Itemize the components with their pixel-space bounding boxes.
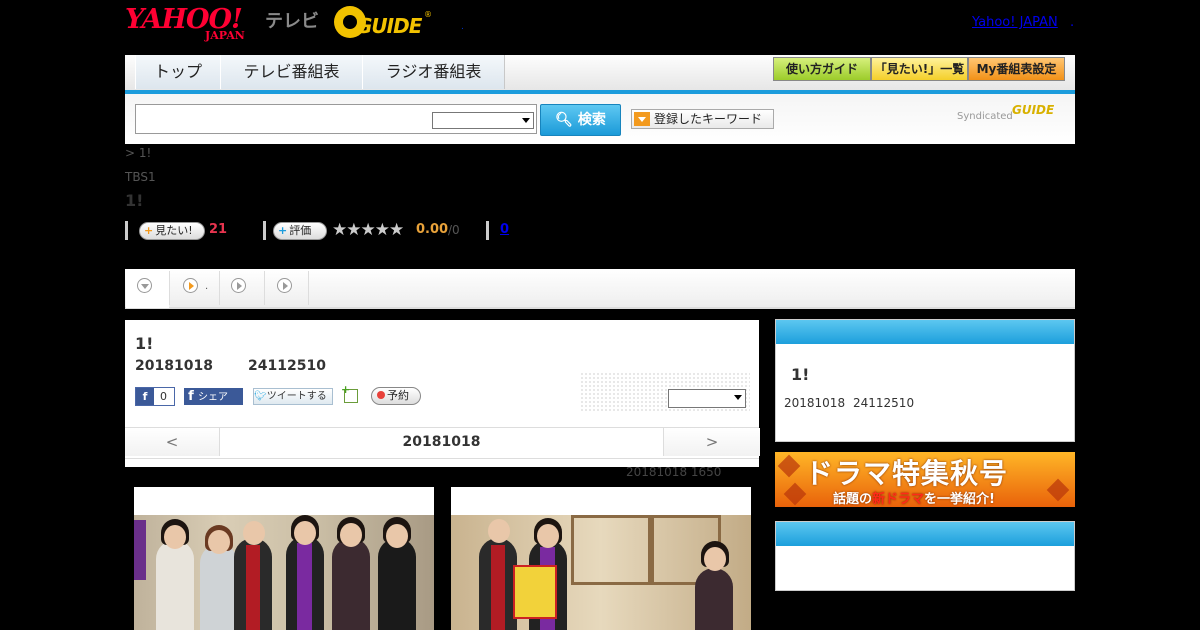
share-label: シェア <box>198 392 228 403</box>
tab-divider <box>264 271 265 305</box>
reserve-label: 予約 <box>387 389 409 402</box>
twitter-bird-icon: 🐦︎ <box>254 391 267 402</box>
tab-divider <box>219 271 220 305</box>
rating-count: /0 <box>448 223 460 237</box>
updated-timestamp: 20181018 1650 <box>626 465 722 479</box>
side-program-date: 20181018 <box>784 396 846 410</box>
banner-subline: 話題の新ドラマを一挙紹介! <box>833 492 995 507</box>
side-card-header <box>776 522 1074 546</box>
registered-keywords-button[interactable]: 登録したキーワード <box>631 109 774 129</box>
banner-headline: ドラマ特集秋号 <box>805 457 1009 490</box>
divider <box>263 221 266 240</box>
play-icon[interactable] <box>231 278 246 293</box>
usage-guide-button[interactable]: 使い方ガイド <box>773 57 871 81</box>
nav-tab-tv-schedule[interactable]: テレビ番組表 <box>220 55 363 89</box>
header-link-separator: . <box>1070 15 1075 30</box>
reserve-button[interactable]: 予約 <box>371 387 421 405</box>
search-button[interactable]: 🔍︎ 検索 <box>540 104 621 136</box>
comment-count-link[interactable]: 0 <box>500 222 509 237</box>
studio-photo <box>451 515 751 630</box>
mitai-button-label: 見たい! <box>155 224 193 237</box>
syndicated-gguide-logo: GUIDE <box>1012 103 1055 117</box>
current-date: 20181018 <box>402 434 481 450</box>
program-title: 1! <box>125 191 144 210</box>
next-date-button[interactable]: > <box>663 428 760 456</box>
mitai-list-button[interactable]: 「見たい!」一覧 <box>871 57 968 81</box>
divider <box>486 221 489 240</box>
dropdown-arrow-icon <box>634 112 650 126</box>
side-program-title: 1! <box>791 365 810 384</box>
divider <box>125 221 128 240</box>
tv-logo-text[interactable]: テレビ <box>265 7 319 33</box>
drama-feature-banner[interactable]: ドラマ特集秋号 話題の新ドラマを一挙紹介! <box>775 452 1075 507</box>
registered-keywords-label: 登録したキーワード <box>654 112 763 126</box>
japan-logo-text: JAPAN <box>205 29 245 42</box>
facebook-like-button[interactable]: f0 <box>135 387 175 406</box>
gguide-logo-text: GUIDE <box>356 14 422 38</box>
gguide-logo[interactable]: GUIDE ® <box>334 6 434 42</box>
record-icon <box>377 391 385 399</box>
rate-button-label: 評価 <box>289 224 312 237</box>
facebook-icon: f <box>188 389 194 404</box>
tweet-label: ツイートする <box>266 391 327 402</box>
tweet-button[interactable]: 🐦︎ツイートする <box>253 388 333 405</box>
chevron-down-icon <box>734 395 742 400</box>
tab-divider <box>308 271 309 305</box>
like-count: 0 <box>160 390 167 403</box>
play-icon[interactable] <box>277 278 292 293</box>
detail-time: 24112510 <box>248 358 326 374</box>
side-program-time: 24112510 <box>853 396 915 410</box>
add-calendar-icon[interactable] <box>341 383 358 403</box>
cast-photo <box>134 515 434 630</box>
nav-tab-top[interactable]: トップ <box>135 55 221 89</box>
side-card-header <box>776 320 1074 344</box>
mitai-count: 21 <box>209 222 228 237</box>
channel-name: TBS1 <box>125 170 156 184</box>
detail-date: 20181018 <box>135 358 213 374</box>
nav-tab-radio-schedule[interactable]: ラジオ番組表 <box>362 55 505 89</box>
mitai-button[interactable]: + 見たい! <box>139 222 205 240</box>
my-schedule-settings-button[interactable]: My番組表設定 <box>968 57 1065 81</box>
header-separator: . <box>461 22 464 32</box>
play-icon[interactable] <box>183 278 198 293</box>
yahoo-japan-link[interactable]: Yahoo! JAPAN <box>972 15 1058 30</box>
program-tabs <box>125 269 1075 309</box>
rating-value: 0.00 <box>416 222 449 237</box>
rating-stars: ★★★★★ <box>332 220 404 240</box>
detail-title: 1! <box>135 334 154 353</box>
program-select[interactable] <box>668 389 746 408</box>
search-category-select[interactable] <box>432 112 534 129</box>
rate-button[interactable]: + 評価 <box>273 222 327 240</box>
tab-divider <box>169 271 170 305</box>
chevron-down-icon[interactable] <box>137 278 152 293</box>
registered-mark: ® <box>424 10 432 19</box>
chevron-down-icon <box>522 118 530 123</box>
search-icon: 🔍︎ <box>555 112 573 128</box>
search-button-label: 検索 <box>577 112 606 128</box>
program-photo-1[interactable] <box>134 487 434 630</box>
syndicated-label: Syndicated <box>957 111 1013 122</box>
plus-icon: + <box>278 224 288 237</box>
yahoo-japan-logo[interactable]: YAHOO! JAPAN <box>125 4 263 44</box>
breadcrumb: > 1! <box>125 146 152 160</box>
plus-icon: + <box>144 224 154 237</box>
facebook-icon: f <box>136 388 154 405</box>
previous-date-button[interactable]: < <box>125 428 220 456</box>
tab-label: . <box>205 281 209 292</box>
facebook-share-button[interactable]: f シェア <box>184 388 243 405</box>
program-photo-2[interactable] <box>451 487 751 630</box>
